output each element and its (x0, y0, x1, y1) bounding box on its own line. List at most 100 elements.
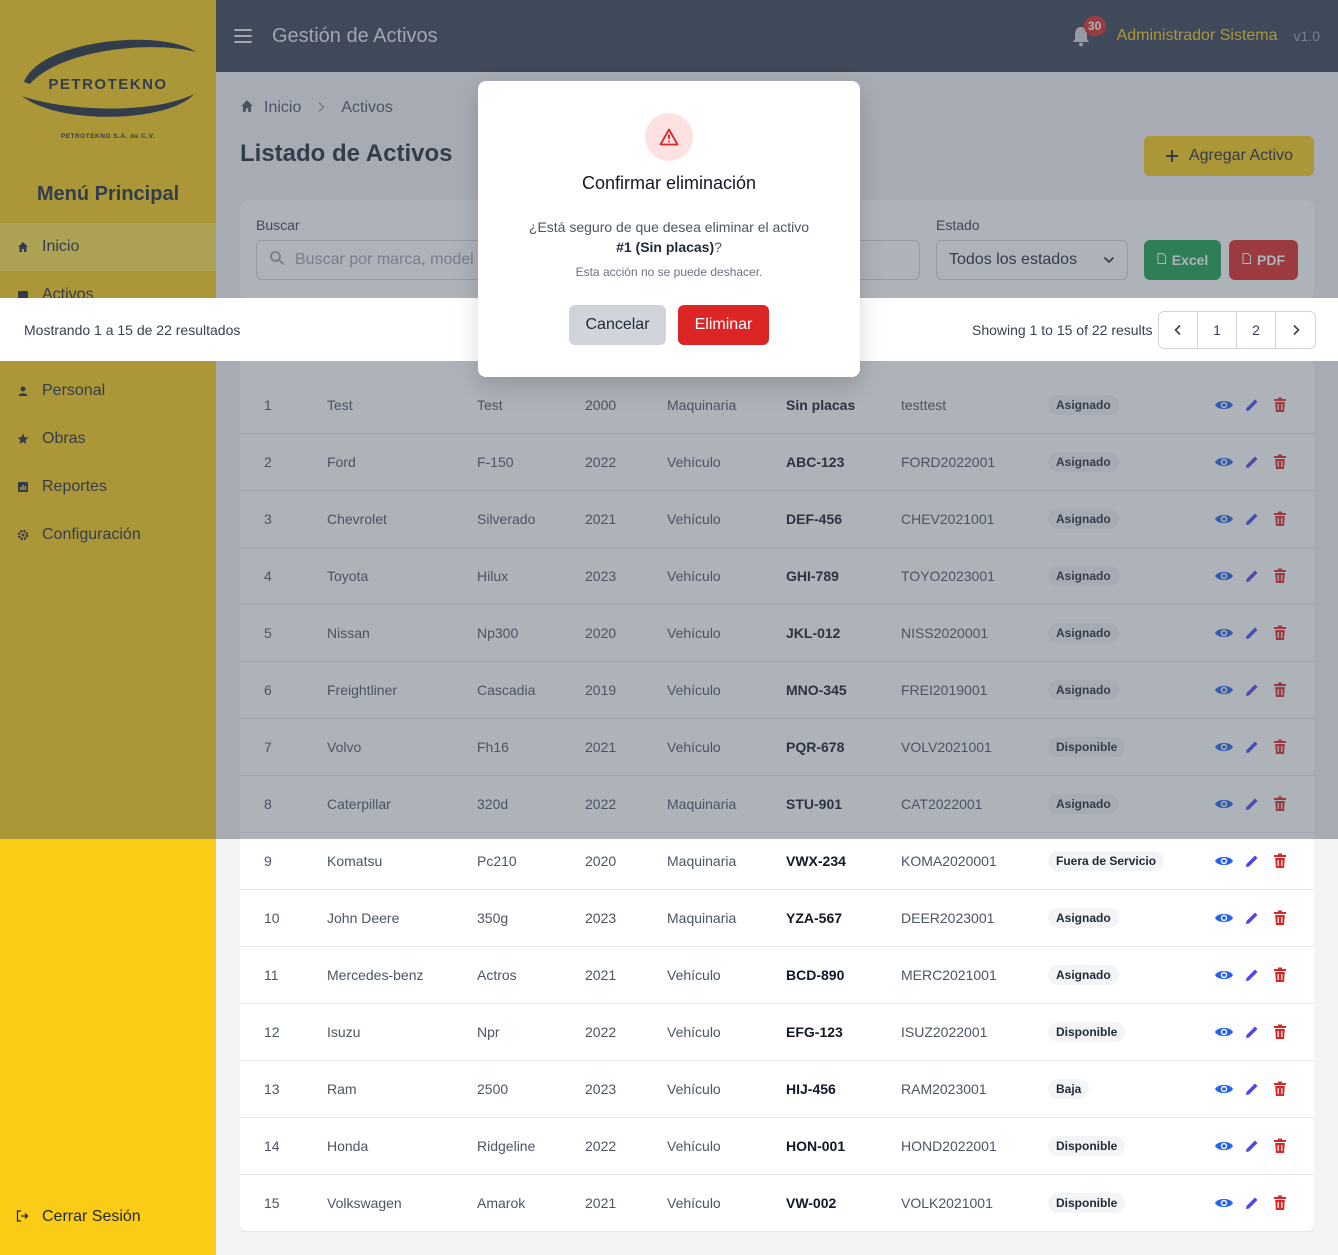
cell-id: 15 (264, 1195, 280, 1211)
cell-serie: ISUZ2022001 (901, 1024, 988, 1040)
logout-button[interactable]: Cerrar Sesión (0, 1193, 216, 1241)
edit-icon[interactable] (1242, 851, 1262, 871)
status-badge: Fuera de Servicio (1048, 851, 1165, 871)
cell-estado: Fuera de Servicio (1048, 833, 1165, 889)
dialog-asset-ref: #1 (Sin placas) (616, 239, 715, 255)
row-actions (1214, 833, 1298, 889)
table-row: 13 Ram 2500 2023 Vehículo HIJ-456 RAM2023001 Ba… (240, 1061, 1314, 1118)
edit-icon[interactable] (1242, 1079, 1262, 1099)
cell-marca: Honda (327, 1138, 369, 1154)
view-icon[interactable] (1214, 1022, 1234, 1042)
edit-icon[interactable] (1242, 965, 1262, 985)
cell-marca: Komatsu (327, 853, 383, 869)
cell-serie: VOLK2021001 (901, 1195, 993, 1211)
status-badge: Asignado (1048, 908, 1119, 928)
dialog-note: Esta acción no se puede deshacer. (575, 265, 763, 279)
delete-icon[interactable] (1270, 908, 1290, 928)
delete-icon[interactable] (1270, 965, 1290, 985)
cell-anio: 2021 (585, 967, 617, 983)
results-summary: Mostrando 1 a 15 de 22 resultados (24, 322, 241, 338)
page-button-2[interactable]: 2 (1237, 312, 1276, 348)
edit-icon[interactable] (1242, 1022, 1262, 1042)
logout-icon (16, 1209, 30, 1225)
cell-anio: 2021 (585, 1195, 617, 1211)
cell-tipo: Vehículo (667, 1195, 721, 1211)
row-actions (1214, 1004, 1298, 1060)
cell-modelo: Amarok (477, 1195, 526, 1211)
page-button-1[interactable]: 1 (1198, 312, 1237, 348)
results-summary-en: Showing 1 to 15 of 22 results (972, 322, 1153, 338)
edit-icon[interactable] (1242, 1193, 1262, 1213)
edit-icon[interactable] (1242, 908, 1262, 928)
view-icon[interactable] (1214, 1193, 1234, 1213)
cell-id: 10 (264, 910, 280, 926)
cell-tipo: Vehículo (667, 1138, 721, 1154)
delete-icon[interactable] (1270, 1022, 1290, 1042)
cell-serie: KOMA2020001 (901, 853, 997, 869)
cell-modelo: Ridgeline (477, 1138, 536, 1154)
cell-id: 9 (264, 853, 272, 869)
confirm-delete-button[interactable]: Eliminar (678, 305, 769, 345)
table-row: 10 John Deere 350g 2023 Maquinaria YZA-567 DEE… (240, 890, 1314, 947)
cell-anio: 2020 (585, 853, 617, 869)
status-badge: Baja (1048, 1079, 1090, 1099)
view-icon[interactable] (1214, 1136, 1234, 1156)
view-icon[interactable] (1214, 851, 1234, 871)
cell-serie: RAM2023001 (901, 1081, 987, 1097)
modal-backdrop[interactable] (0, 361, 1338, 839)
row-actions (1214, 1118, 1298, 1174)
cell-modelo: Npr (477, 1024, 500, 1040)
view-icon[interactable] (1214, 908, 1234, 928)
delete-icon[interactable] (1270, 851, 1290, 871)
next-page-button[interactable] (1276, 312, 1315, 348)
cell-marca: Isuzu (327, 1024, 361, 1040)
cell-modelo: 350g (477, 910, 509, 926)
cell-tipo: Vehículo (667, 967, 721, 983)
cell-tipo: Vehículo (667, 1081, 721, 1097)
cell-id: 13 (264, 1081, 280, 1097)
table-row: 12 Isuzu Npr 2022 Vehículo EFG-123 ISUZ2022001… (240, 1004, 1314, 1061)
dialog-message-end: ? (714, 239, 722, 255)
row-actions (1214, 1175, 1298, 1231)
view-icon[interactable] (1214, 965, 1234, 985)
cell-id: 12 (264, 1024, 280, 1040)
chevron-left-icon (1174, 324, 1181, 336)
cancel-button[interactable]: Cancelar (569, 305, 666, 345)
cell-marca: Ram (327, 1081, 357, 1097)
cell-id: 11 (264, 967, 279, 983)
delete-icon[interactable] (1270, 1079, 1290, 1099)
row-actions (1214, 1061, 1298, 1117)
cell-placas: VWX-234 (786, 853, 846, 869)
dialog-message: ¿Está seguro de que desea eliminar el ac… (528, 217, 810, 257)
cell-serie: DEER2023001 (901, 910, 995, 926)
cell-tipo: Vehículo (667, 1024, 721, 1040)
cell-marca: Volkswagen (327, 1195, 402, 1211)
cell-modelo: 2500 (477, 1081, 509, 1097)
cell-serie: MERC2021001 (901, 967, 997, 983)
pagination: 1 2 (1158, 311, 1316, 349)
cell-id: 14 (264, 1138, 280, 1154)
cell-modelo: Actros (477, 967, 517, 983)
row-actions (1214, 947, 1298, 1003)
delete-icon[interactable] (1270, 1136, 1290, 1156)
cell-modelo: Pc210 (477, 853, 517, 869)
cell-serie: HOND2022001 (901, 1138, 997, 1154)
cell-estado: Disponible (1048, 1175, 1126, 1231)
row-actions (1214, 890, 1298, 946)
cell-marca: Mercedes-benz (327, 967, 424, 983)
cell-tipo: Maquinaria (667, 910, 737, 926)
cell-tipo: Maquinaria (667, 853, 737, 869)
dialog-message-text: ¿Está seguro de que desea eliminar el ac… (528, 219, 810, 235)
edit-icon[interactable] (1242, 1136, 1262, 1156)
cell-estado: Disponible (1048, 1118, 1126, 1174)
status-badge: Disponible (1048, 1136, 1126, 1156)
cell-estado: Asignado (1048, 947, 1119, 1003)
cell-anio: 2023 (585, 910, 617, 926)
view-icon[interactable] (1214, 1079, 1234, 1099)
table-row: 14 Honda Ridgeline 2022 Vehículo HON-001 HOND2… (240, 1118, 1314, 1175)
table-row: 9 Komatsu Pc210 2020 Maquinaria VWX-234 KOMA20… (240, 833, 1314, 890)
cell-marca: John Deere (327, 910, 400, 926)
prev-page-button[interactable] (1159, 312, 1198, 348)
dialog-title: Confirmar eliminación (581, 173, 757, 193)
delete-icon[interactable] (1270, 1193, 1290, 1213)
